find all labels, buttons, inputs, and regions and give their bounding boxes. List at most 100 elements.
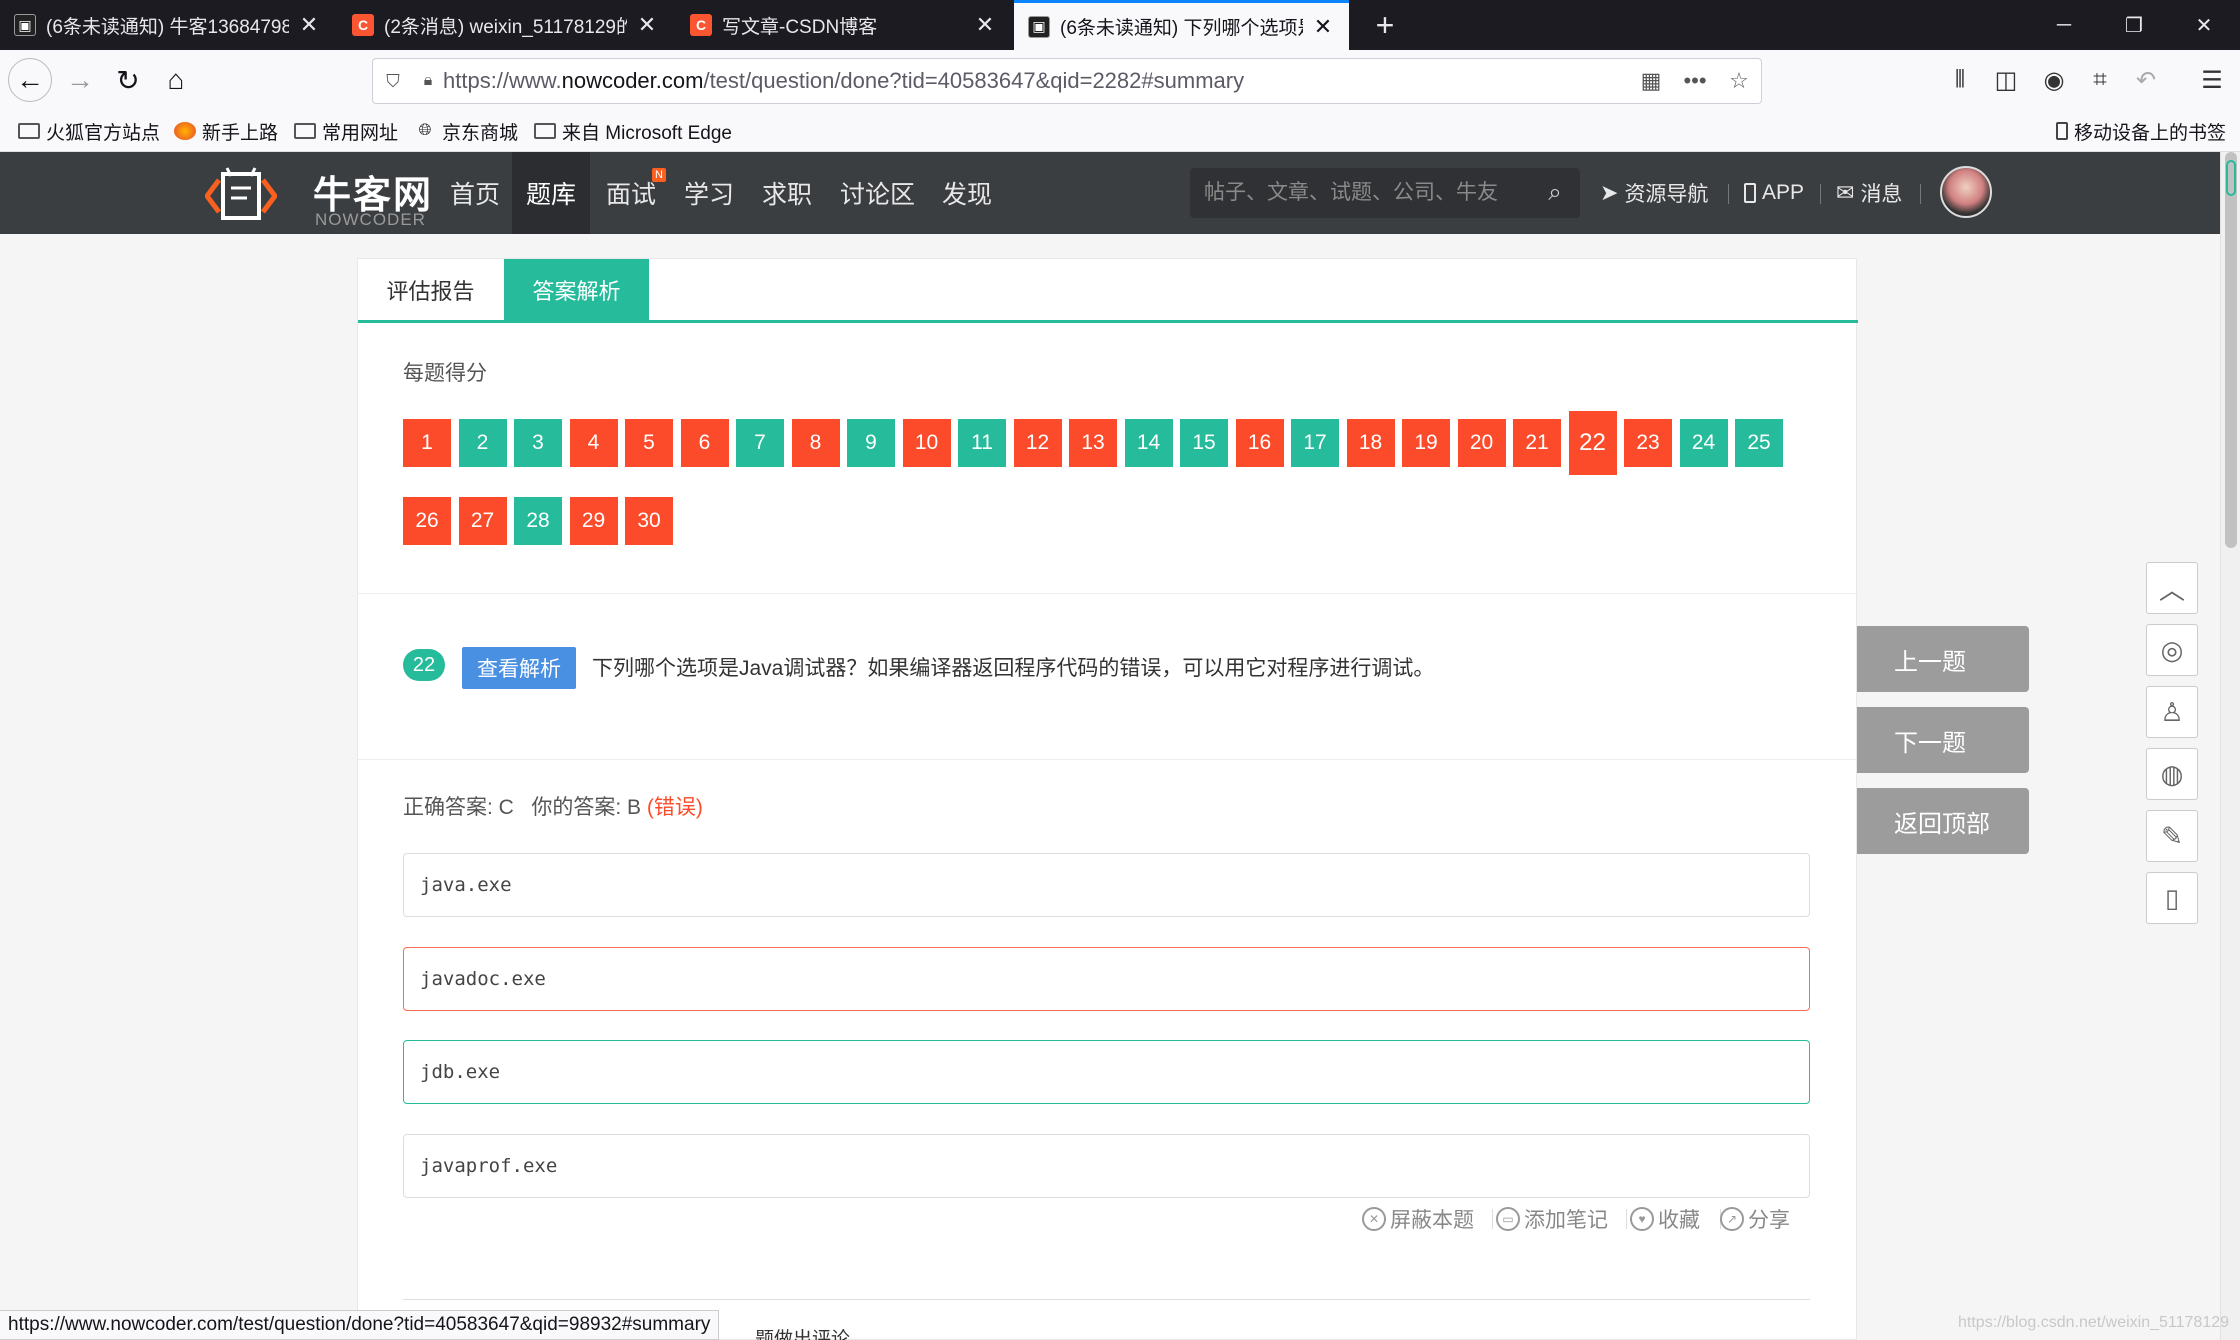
close-tab-icon[interactable]: ✕ bbox=[297, 12, 321, 38]
wechat-icon[interactable]: ◍ bbox=[2146, 748, 2198, 800]
scrollbar-thumb[interactable] bbox=[2225, 152, 2237, 548]
url-text[interactable]: https://www.nowcoder.com/test/question/d… bbox=[443, 68, 1629, 94]
browser-tab[interactable]: C 写文章-CSDN博客 ✕ bbox=[676, 0, 1011, 50]
option-a[interactable]: java.exe bbox=[403, 853, 1810, 917]
question-score-box[interactable]: 15 bbox=[1180, 419, 1228, 467]
back-to-top-button[interactable]: 返回顶部 bbox=[1857, 788, 2029, 854]
browser-tab-active[interactable]: ▣ (6条未读通知) 下列哪个选项是 ✕ bbox=[1014, 0, 1349, 50]
mobile-bookmarks[interactable]: 移动设备上的书签 bbox=[2056, 116, 2226, 146]
browser-tab[interactable]: ▣ (6条未读通知) 牛客136847985 ✕ bbox=[0, 0, 335, 50]
question-score-box[interactable]: 14 bbox=[1124, 419, 1173, 467]
close-tab-icon[interactable]: ✕ bbox=[1311, 14, 1335, 40]
question-score-box[interactable]: 17 bbox=[1291, 419, 1339, 467]
qr-code-icon[interactable]: ▦ bbox=[1629, 68, 1673, 94]
question-score-box[interactable]: 7 bbox=[736, 419, 784, 467]
bookmark-item[interactable]: 火狐官方站点 bbox=[18, 116, 160, 146]
nav-discover[interactable]: 发现 bbox=[928, 152, 1006, 234]
block-question-button[interactable]: ✕ 屏蔽本题 bbox=[1362, 1199, 1474, 1239]
question-score-box[interactable]: 2 bbox=[458, 419, 507, 467]
question-score-box[interactable]: 3 bbox=[514, 419, 562, 467]
messages-link[interactable]: ✉ 消息 bbox=[1836, 152, 1902, 234]
nav-learn[interactable]: 学习 bbox=[670, 152, 748, 234]
mobile-icon[interactable]: ▯ bbox=[2146, 872, 2198, 924]
question-score-box[interactable]: 24 bbox=[1679, 419, 1728, 467]
nav-home[interactable]: 首页 bbox=[436, 152, 514, 234]
question-score-box[interactable]: 16 bbox=[1235, 419, 1284, 467]
favorite-button[interactable]: ♥ 收藏 bbox=[1630, 1199, 1700, 1239]
resource-nav-link[interactable]: ➤ 资源导航 bbox=[1600, 152, 1708, 234]
question-score-box[interactable]: 25 bbox=[1735, 419, 1783, 467]
question-score-box[interactable]: 19 bbox=[1402, 419, 1450, 467]
question-score-box[interactable]: 20 bbox=[1457, 419, 1506, 467]
close-tab-icon[interactable]: ✕ bbox=[973, 12, 997, 38]
option-d[interactable]: javaprof.exe bbox=[403, 1134, 1810, 1198]
qq-icon[interactable]: ♙ bbox=[2146, 686, 2198, 738]
close-tab-icon[interactable]: ✕ bbox=[635, 12, 659, 38]
prev-question-button[interactable]: 上一题 bbox=[1857, 626, 2029, 692]
lock-icon[interactable]: 🔒︎ bbox=[413, 72, 443, 90]
tracking-shield-icon[interactable]: ⛉ bbox=[373, 71, 413, 92]
question-score-box[interactable]: 26 bbox=[403, 497, 451, 545]
library-icon[interactable]: ⫴ bbox=[1940, 62, 1980, 98]
bookmark-item[interactable]: 常用网址 bbox=[294, 116, 398, 146]
question-score-box[interactable]: 9 bbox=[847, 419, 895, 467]
forward-icon[interactable]: → bbox=[58, 58, 102, 102]
site-logo[interactable]: 牛客网 NOWCODER bbox=[205, 160, 435, 229]
search-icon[interactable]: ⌕ bbox=[1530, 179, 1580, 207]
question-score-box[interactable]: 23 bbox=[1624, 419, 1672, 467]
search-input[interactable] bbox=[1190, 181, 1530, 205]
question-score-box[interactable]: 8 bbox=[791, 419, 840, 467]
add-note-button[interactable]: ▭ 添加笔记 bbox=[1496, 1199, 1608, 1239]
browser-tab[interactable]: C (2条消息) weixin_51178129的 ✕ bbox=[338, 0, 673, 50]
new-tab-icon[interactable]: + bbox=[1360, 0, 1410, 50]
tab-evaluation-report[interactable]: 评估报告 bbox=[358, 259, 503, 321]
nav-jobs[interactable]: 求职 bbox=[748, 152, 826, 234]
question-score-box[interactable]: 30 bbox=[625, 497, 673, 545]
bookmark-item[interactable]: 新手上路 bbox=[174, 116, 278, 146]
question-score-box[interactable]: 18 bbox=[1346, 419, 1395, 467]
menu-icon[interactable]: ☰ bbox=[2192, 62, 2232, 98]
question-score-box[interactable]: 11 bbox=[958, 419, 1006, 467]
address-bar[interactable]: ⛉ 🔒︎ https://www.nowcoder.com/test/quest… bbox=[372, 58, 1762, 104]
question-score-box[interactable]: 5 bbox=[625, 419, 673, 467]
scrollbar[interactable] bbox=[2220, 152, 2240, 1340]
question-score-box[interactable]: 27 bbox=[458, 497, 507, 545]
minimize-icon[interactable]: ─ bbox=[2030, 0, 2098, 50]
crop-screenshot-icon[interactable]: ⌗ bbox=[2080, 62, 2120, 98]
question-score-box[interactable]: 28 bbox=[514, 497, 562, 545]
question-score-box[interactable]: 12 bbox=[1013, 419, 1062, 467]
option-b[interactable]: javadoc.exe bbox=[403, 947, 1810, 1011]
question-score-box[interactable]: 1 bbox=[403, 419, 451, 467]
question-score-box[interactable]: 21 bbox=[1513, 419, 1561, 467]
view-analysis-button[interactable]: 查看解析 bbox=[462, 647, 576, 689]
next-question-button[interactable]: 下一题 bbox=[1857, 707, 2029, 773]
share-button[interactable]: ↗ 分享 bbox=[1720, 1199, 1790, 1239]
restore-icon[interactable]: ❐ bbox=[2100, 0, 2168, 50]
question-score-box[interactable]: 13 bbox=[1069, 419, 1117, 467]
tab-answer-analysis[interactable]: 答案解析 bbox=[504, 259, 649, 321]
question-score-box[interactable]: 6 bbox=[680, 419, 729, 467]
question-score-box[interactable]: 4 bbox=[569, 419, 618, 467]
reload-icon[interactable]: ↻ bbox=[106, 58, 150, 102]
account-icon[interactable]: ◉ bbox=[2034, 62, 2074, 98]
question-score-box[interactable]: 29 bbox=[569, 497, 618, 545]
undo-icon[interactable]: ↶ bbox=[2126, 62, 2166, 98]
question-score-box[interactable]: 22 bbox=[1568, 411, 1617, 475]
back-icon[interactable]: ← bbox=[8, 58, 52, 102]
scroll-up-icon[interactable]: ︿ bbox=[2146, 562, 2198, 614]
home-icon[interactable]: ⌂ bbox=[154, 58, 198, 102]
nav-forum[interactable]: 讨论区 bbox=[826, 152, 929, 234]
nav-interview[interactable]: 面试 N bbox=[592, 152, 670, 234]
bookmark-item[interactable]: 🌐︎ 京东商城 bbox=[414, 116, 518, 146]
close-window-icon[interactable]: ✕ bbox=[2170, 0, 2238, 50]
weibo-icon[interactable]: ◎ bbox=[2146, 624, 2198, 676]
bookmark-star-icon[interactable]: ☆ bbox=[1717, 68, 1761, 94]
sidebar-icon[interactable]: ◫ bbox=[1986, 62, 2026, 98]
page-actions-icon[interactable]: ••• bbox=[1673, 68, 1717, 94]
option-c[interactable]: jdb.exe bbox=[403, 1040, 1810, 1104]
edit-icon[interactable]: ✎ bbox=[2146, 810, 2198, 862]
bookmark-item[interactable]: 来自 Microsoft Edge bbox=[534, 116, 732, 146]
nav-question-bank[interactable]: 题库 bbox=[512, 152, 591, 234]
question-score-box[interactable]: 10 bbox=[902, 419, 951, 467]
app-link[interactable]: APP bbox=[1744, 152, 1804, 234]
